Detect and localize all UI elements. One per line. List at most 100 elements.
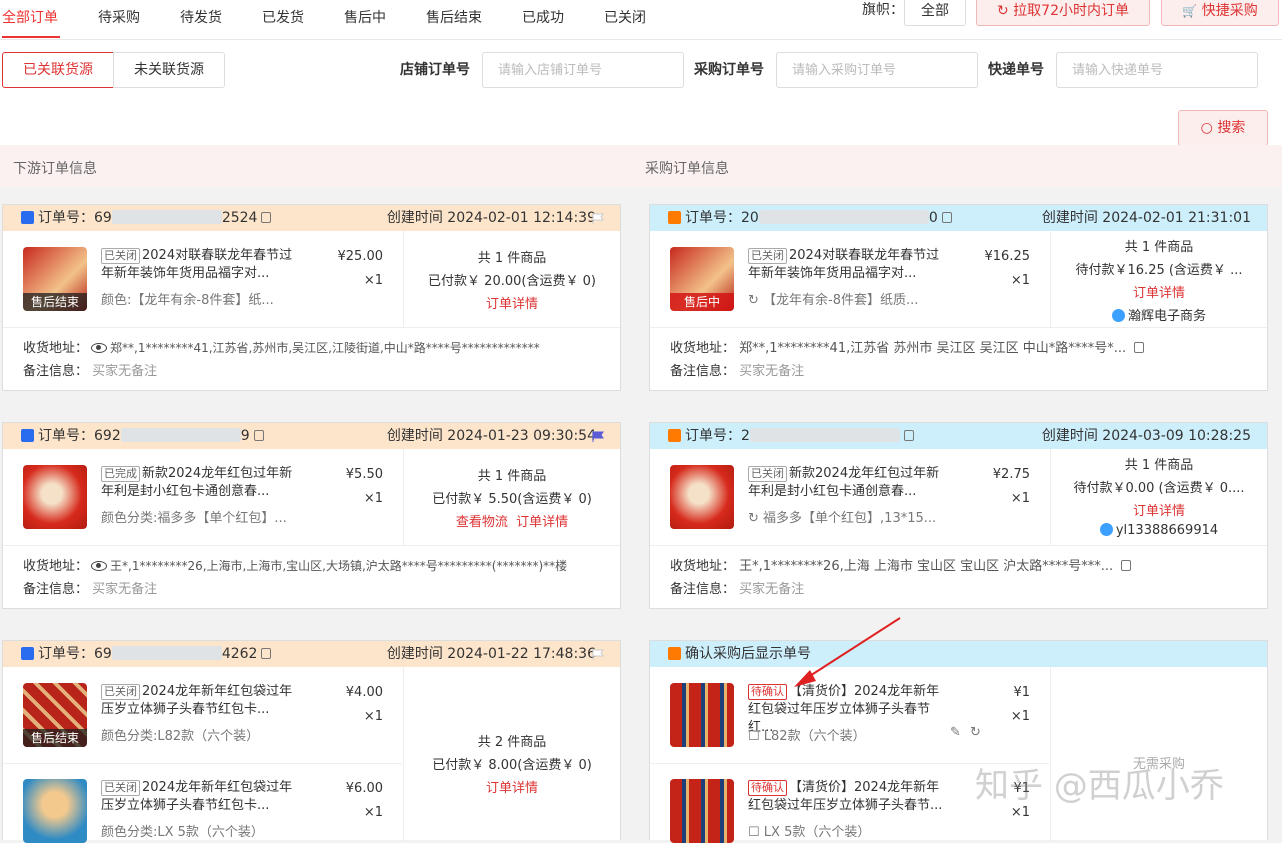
divider (3, 545, 620, 546)
product-thumbnail[interactable]: 售后中 (670, 247, 734, 311)
eye-icon[interactable] (91, 561, 108, 571)
copy-icon[interactable] (1134, 342, 1145, 353)
product-thumbnail[interactable]: 售后结束 (23, 683, 87, 747)
tab-shipped[interactable]: 已发货 (262, 0, 304, 38)
downstream-order-card: 订单号：692 9 创建时间 2024-01-23 09:30:54 已完成 新款2… (2, 422, 621, 609)
tab-pending-ship[interactable]: 待发货 (180, 0, 222, 38)
refresh-icon[interactable]: ↻ (748, 293, 759, 308)
order-detail-link[interactable]: 订单详情 (1050, 500, 1268, 519)
product-thumbnail[interactable] (670, 683, 734, 747)
masked-order-no (758, 210, 929, 224)
downstream-order-heading: 下游订单信息 (13, 161, 97, 177)
segment-unlinked-source[interactable]: 未关联货源 (113, 52, 225, 88)
order-no-prefix: 69 (94, 210, 112, 226)
product-qty: ×1 (363, 491, 383, 506)
order-card-header: 订单号：2 创建时间 2024-03-09 10:28:25 (650, 423, 1267, 449)
remark-value: 买家无备注 (92, 582, 158, 597)
product-title[interactable]: 已关闭 2024对联春联龙年春节过年新年装饰年货用品福字对... (101, 247, 301, 283)
flag-icon[interactable] (592, 431, 604, 442)
tab-after-sale-ended[interactable]: 售后结束 (426, 0, 482, 38)
tab-closed[interactable]: 已关闭 (604, 0, 646, 38)
product-title[interactable]: 已关闭 2024龙年新年红包袋过年压岁立体狮子头春节红包卡... (101, 779, 301, 815)
product-title[interactable]: 已关闭 2024龙年新年红包袋过年压岁立体狮子头春节红包卡... (101, 683, 301, 719)
copy-icon[interactable] (261, 212, 272, 223)
order-no-label: 订单号： (38, 646, 94, 662)
copy-icon[interactable] (261, 648, 272, 659)
summary-paid: 已付款￥ 8.00(含运费￥ 0) (432, 758, 592, 773)
product-qty: ×1 (363, 805, 383, 820)
order-detail-link[interactable]: 订单详情 (1050, 282, 1268, 301)
copy-icon[interactable] (253, 430, 264, 441)
sku-text: 福多多【单个红包】,13*15... (763, 511, 937, 526)
shipping-address: 收货地址： 王*,1********26,上海市,上海市,宝山区,大场镇,沪太路*… (23, 555, 567, 574)
taobao-icon (21, 211, 34, 224)
purchase-order-card: 确认采购后显示单号 待确认 【清货价】2024龙年新年红包袋过年压岁立体狮子头春节… (649, 640, 1268, 843)
summary-count: 共 1 件商品 (1124, 240, 1194, 255)
view-logistics-link[interactable]: 查看物流 (456, 515, 508, 530)
search-button[interactable]: ○ 搜索 (1178, 110, 1268, 146)
tab-all-orders[interactable]: 全部订单 (2, 0, 60, 38)
status-tag: 已关闭 (101, 780, 140, 796)
product-title[interactable]: 已关闭 新款2024龙年红包过年新年利是封小红包卡通创意春... (748, 465, 948, 501)
status-tag: 待确认 (748, 780, 787, 796)
copy-icon[interactable] (903, 430, 914, 441)
purchase-order-no-label: 采购订单号 (694, 62, 764, 78)
purchase-order-card: 订单号：20 0 创建时间 2024-02-01 21:31:01 售后中 已关闭… (649, 204, 1268, 391)
product-thumbnail[interactable]: 售后结束 (23, 247, 87, 311)
tab-success[interactable]: 已成功 (522, 0, 564, 38)
seller-name[interactable]: yl13388669914 (1050, 523, 1268, 538)
product-sku: 颜色分类:L82款（六个装） (101, 729, 260, 744)
pull-label: 拉取72小时内订单 (1013, 3, 1129, 19)
flag-filter-select[interactable]: 全部 (904, 0, 966, 26)
created-time: 2024-02-01 12:14:39 (447, 210, 596, 226)
purchase-order-no-input[interactable] (776, 52, 978, 88)
order-no-suffix: 2524 (221, 210, 258, 226)
product-title[interactable]: 已关闭 2024对联春联龙年春节过年新年装饰年货用品福字对... (748, 247, 948, 283)
eye-icon[interactable] (91, 343, 108, 353)
product-sku: ☐ LX 5款（六个装） (748, 821, 938, 840)
segment-linked-source[interactable]: 已关联货源 (2, 52, 114, 88)
product-thumbnail[interactable] (23, 465, 87, 529)
refresh-icon[interactable]: ↻ (748, 511, 759, 526)
checkbox-icon[interactable]: ☐ (748, 825, 760, 840)
product-thumbnail[interactable] (670, 779, 734, 843)
order-no-prefix: 692 (94, 428, 121, 444)
seller-text: 瀚辉电子商务 (1127, 309, 1206, 324)
order-detail-link[interactable]: 订单详情 (403, 293, 621, 312)
checkbox-icon[interactable]: ☐ (748, 729, 760, 744)
masked-order-no (749, 428, 900, 442)
edit-icon[interactable]: ✎ (950, 725, 961, 740)
order-detail-link[interactable]: 订单详情 (516, 515, 568, 530)
tab-after-sale[interactable]: 售后中 (344, 0, 386, 38)
product-thumbnail[interactable] (670, 465, 734, 529)
order-card-header: 订单号：69 4262 创建时间 2024-01-22 17:48:36 (3, 641, 620, 667)
order-detail-link[interactable]: 订单详情 (403, 777, 621, 796)
copy-icon[interactable] (1121, 560, 1132, 571)
shipping-address: 收货地址： 郑**,1********41,江苏省,苏州市,吴江区,江陵街道,中山… (23, 337, 540, 356)
product-title[interactable]: 待确认 【清货价】2024龙年新年红包袋过年压岁立体狮子头春节... (748, 779, 948, 815)
created-time-label: 创建时间 (1041, 210, 1098, 226)
product-title[interactable]: 已完成 新款2024龙年红包过年新年利是封小红包卡通创意春... (101, 465, 301, 501)
quick-purchase-button[interactable]: 🛒 快捷采购 (1161, 0, 1279, 26)
flag-icon[interactable] (592, 649, 604, 660)
sku-text: 【龙年有余-8件套】纸质... (763, 293, 919, 308)
order-no-label: 订单号： (685, 428, 741, 444)
refresh-icon: ↻ (996, 3, 1009, 19)
remark-info: 备注信息： 买家无备注 (670, 578, 804, 597)
copy-icon[interactable] (941, 212, 952, 223)
tracking-no-label: 快递单号 (988, 62, 1044, 78)
product-price: ¥16.25 (984, 249, 1031, 264)
summary-count: 共 2 件商品 (477, 735, 547, 750)
shop-order-no-input[interactable] (482, 52, 684, 88)
status-tag: 已关闭 (101, 248, 140, 264)
address-label: 收货地址： (670, 341, 736, 356)
flag-icon[interactable] (592, 213, 604, 224)
search-icon: ○ (1200, 120, 1213, 136)
tab-pending-purchase[interactable]: 待采购 (98, 0, 140, 38)
pull-72h-orders-button[interactable]: ↻ 拉取72小时内订单 (976, 0, 1150, 26)
product-sku: ☐ L82款（六个装） (748, 725, 938, 744)
product-thumbnail[interactable] (23, 779, 87, 843)
swap-icon[interactable]: ↻ (970, 725, 981, 740)
seller-name[interactable]: 瀚辉电子商务 (1050, 305, 1268, 324)
tracking-no-input[interactable] (1056, 52, 1258, 88)
